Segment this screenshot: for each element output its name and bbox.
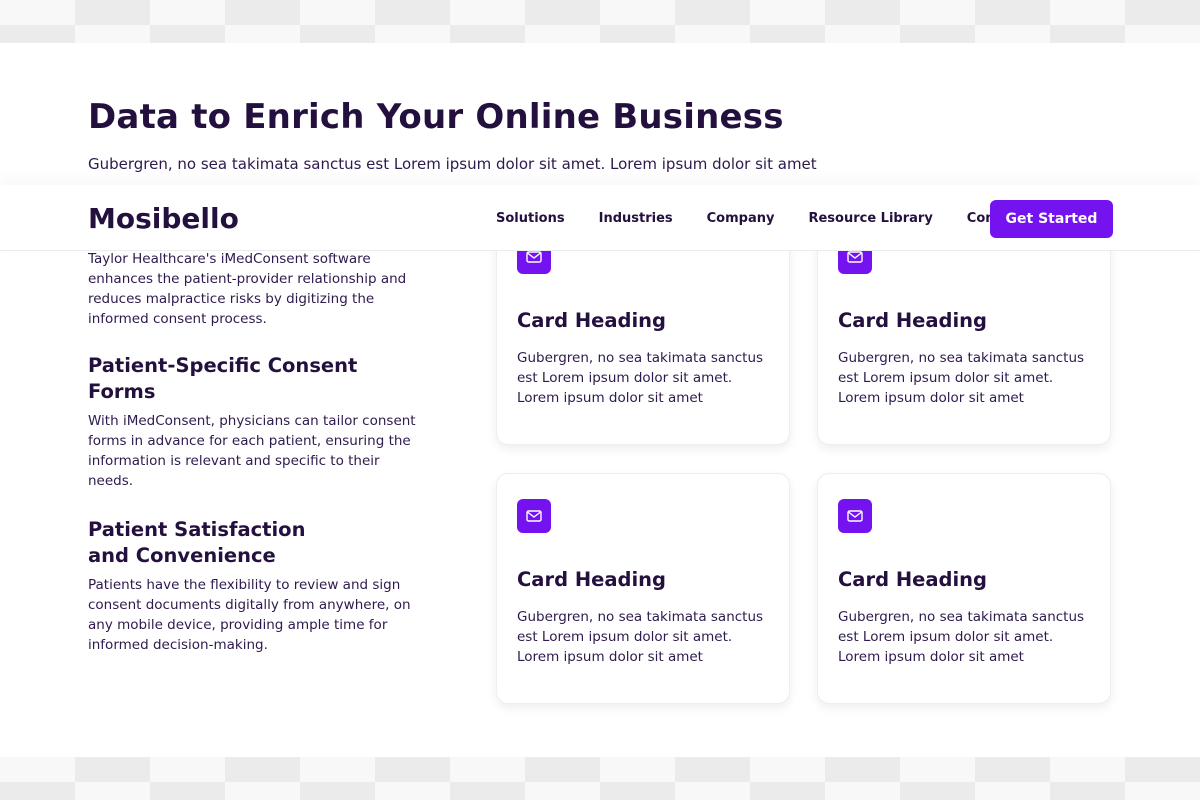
- card-heading: Card Heading: [517, 568, 667, 591]
- nav-link-solutions[interactable]: Solutions: [496, 211, 565, 226]
- card-text: Gubergren, no sea takimata sanctus est L…: [517, 609, 764, 665]
- page: Data to Enrich Your Online Business Gube…: [0, 43, 1200, 757]
- logo[interactable]: Mosibello: [88, 202, 239, 235]
- nav-link-resource-library[interactable]: Resource Library: [808, 211, 932, 226]
- card: Card Heading Gubergren, no sea takimata …: [496, 473, 790, 704]
- card-text: Gubergren, no sea takimata sanctus est L…: [838, 609, 1085, 665]
- hero-title: Data to Enrich Your Online Business: [88, 97, 784, 137]
- mail-icon: [838, 499, 872, 533]
- nav-link-industries[interactable]: Industries: [599, 211, 673, 226]
- hero-subtitle: Gubergren, no sea takimata sanctus est L…: [88, 155, 817, 173]
- features-column: Taylor Healthcare's iMedConsent software…: [88, 249, 428, 655]
- transparency-background-bottom: [0, 757, 1200, 800]
- get-started-button[interactable]: Get Started: [990, 200, 1113, 238]
- transparency-background-top: [0, 0, 1200, 43]
- feature-heading: Patient-Specific Consent Forms: [88, 354, 358, 403]
- features-intro: Taylor Healthcare's iMedConsent software…: [88, 251, 407, 327]
- feature-heading: Patient Satisfaction and Convenience: [88, 518, 306, 567]
- mail-icon: [517, 499, 551, 533]
- card-text: Gubergren, no sea takimata sanctus est L…: [838, 350, 1085, 406]
- nav-links: Solutions Industries Company Resource Li…: [496, 185, 1057, 251]
- card-heading: Card Heading: [838, 568, 988, 591]
- card: Card Heading Gubergren, no sea takimata …: [817, 473, 1111, 704]
- feature-text: With iMedConsent, physicians can tailor …: [88, 413, 416, 489]
- nav-link-company[interactable]: Company: [707, 211, 775, 226]
- navbar: Mosibello Solutions Industries Company R…: [0, 185, 1200, 251]
- card-text: Gubergren, no sea takimata sanctus est L…: [517, 350, 764, 406]
- card-heading: Card Heading: [517, 309, 667, 332]
- feature-text: Patients have the flexibility to review …: [88, 577, 411, 653]
- card-heading: Card Heading: [838, 309, 988, 332]
